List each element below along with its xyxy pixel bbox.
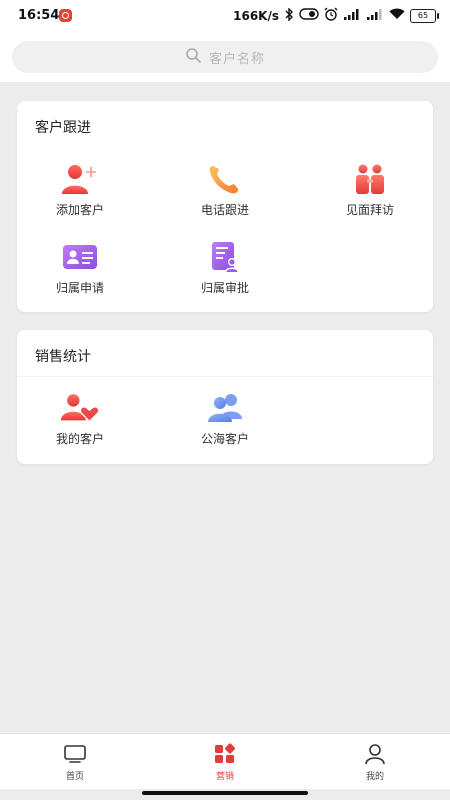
network-speed: 166K/s xyxy=(233,8,279,23)
phone-follow-up-button[interactable]: 电话跟进 xyxy=(170,161,280,218)
visit-icon xyxy=(350,161,390,197)
nav-label: 首页 xyxy=(65,772,84,782)
wifi-icon xyxy=(389,8,405,23)
search-input[interactable]: 客户名称 xyxy=(12,41,438,73)
nav-home[interactable]: 首页 xyxy=(30,741,120,782)
grid-item-label: 添加客户 xyxy=(55,203,104,217)
nav-marketing[interactable]: 营销 xyxy=(180,741,270,782)
card-title: 客户跟进 xyxy=(35,120,91,136)
add-customer-icon xyxy=(60,161,100,197)
apps-icon xyxy=(180,741,270,767)
approval-doc-icon xyxy=(205,239,245,275)
nav-mine[interactable]: 我的 xyxy=(330,741,420,782)
status-time: 16:54 xyxy=(18,8,60,23)
ownership-approval-button[interactable]: 归属审批 xyxy=(170,239,280,296)
bluetooth-icon xyxy=(284,6,294,24)
status-bar: 16:54 166K/s 65 xyxy=(0,0,450,32)
ownership-application-button[interactable]: 归属申请 xyxy=(25,239,135,296)
search-placeholder: 客户名称 xyxy=(208,51,265,67)
signal-hd-icon xyxy=(366,8,384,23)
search-header: 客户名称 xyxy=(0,32,450,82)
battery-icon: 65 xyxy=(410,8,439,23)
nfc-icon xyxy=(299,8,319,23)
id-card-icon xyxy=(60,239,100,275)
public-customers-button[interactable]: 公海客户 xyxy=(170,390,280,447)
card-title: 销售统计 xyxy=(35,349,91,365)
nav-label: 营销 xyxy=(215,772,234,782)
signal-hd-icon xyxy=(343,8,361,23)
public-customers-icon xyxy=(205,390,245,426)
alarm-icon xyxy=(324,7,338,24)
customer-follow-up-card: 客户跟进 添加客户 电话跟进 见面拜访 归属申请 归属审批 xyxy=(17,101,433,312)
bottom-navigation: 首页 营销 我的 xyxy=(0,733,450,789)
tv-icon xyxy=(30,741,120,767)
card-divider xyxy=(17,376,433,377)
phone-icon xyxy=(205,161,245,197)
add-customer-button[interactable]: 添加客户 xyxy=(25,161,135,218)
my-customers-button[interactable]: 我的客户 xyxy=(25,390,135,447)
nav-label: 我的 xyxy=(365,772,384,782)
grid-item-label: 归属审批 xyxy=(200,281,249,295)
face-visit-button[interactable]: 见面拜访 xyxy=(315,161,425,218)
search-icon xyxy=(185,47,201,67)
grid-item-label: 我的客户 xyxy=(55,432,104,446)
user-icon xyxy=(330,741,420,767)
grid-item-label: 电话跟进 xyxy=(200,203,249,217)
sales-statistics-card: 销售统计 我的客户 公海客户 xyxy=(17,330,433,464)
grid-item-label: 见面拜访 xyxy=(345,203,394,217)
status-icons: 166K/s 65 xyxy=(233,6,439,24)
grid-item-label: 归属申请 xyxy=(55,281,104,295)
my-customers-icon xyxy=(60,390,100,426)
home-indicator[interactable] xyxy=(142,791,308,795)
grid-item-label: 公海客户 xyxy=(200,432,249,446)
app-notification-icon xyxy=(59,9,72,22)
